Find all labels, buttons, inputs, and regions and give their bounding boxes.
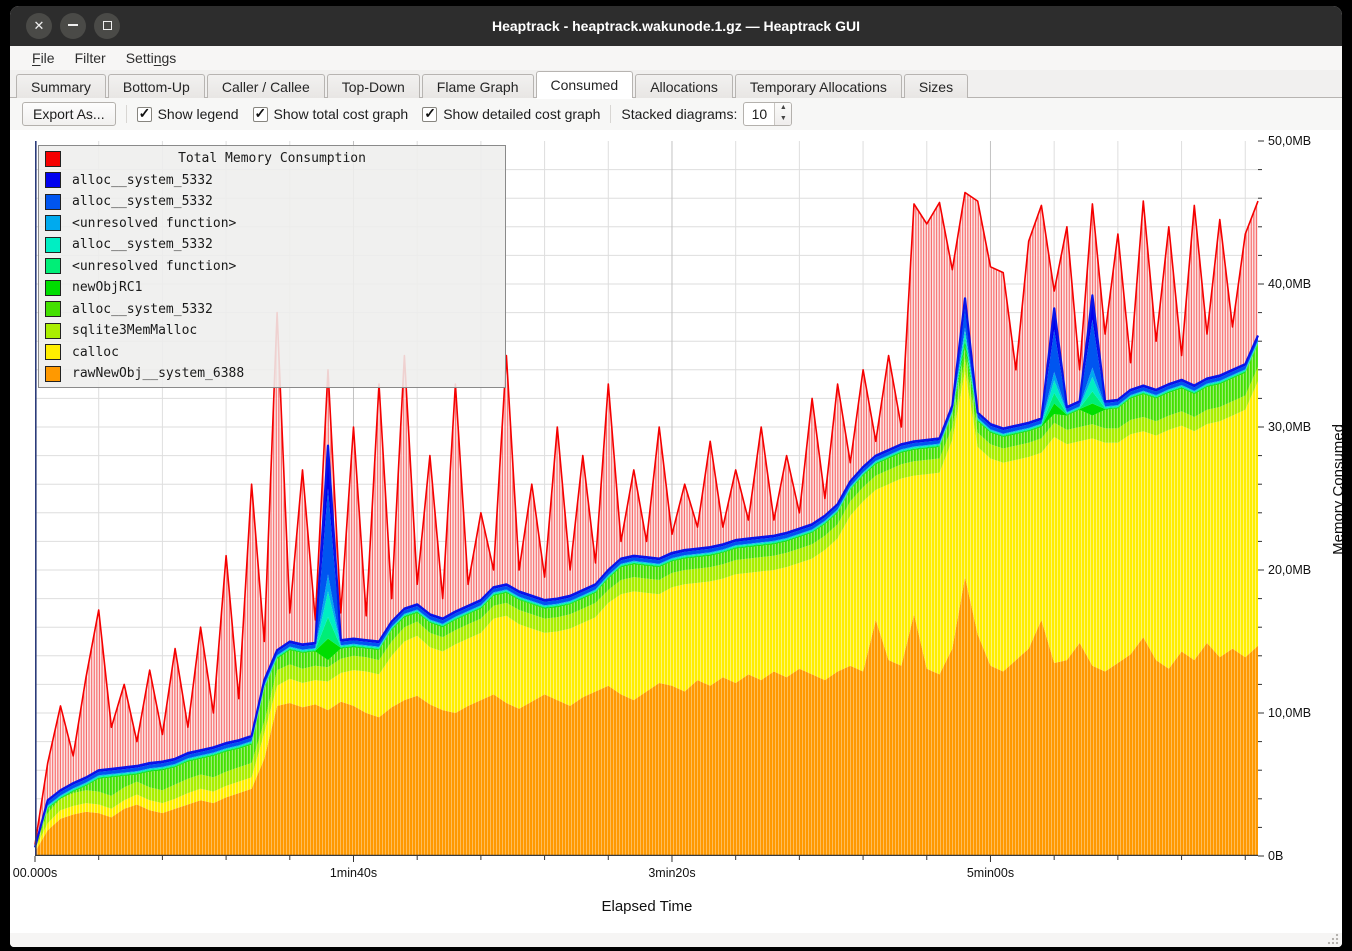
legend-label: Total Memory Consumption (72, 151, 472, 166)
title-bar: ✕ Heaptrack - heaptrack.wakunode.1.gz — … (10, 6, 1342, 46)
toolbar-separator (126, 105, 127, 123)
tab-temporary-allocations[interactable]: Temporary Allocations (735, 74, 902, 98)
checkbox-box[interactable] (137, 107, 152, 122)
stepper-down-icon[interactable]: ▼ (775, 114, 791, 125)
checkbox-box[interactable] (422, 107, 437, 122)
stacked-diagrams-label: Stacked diagrams: (621, 106, 737, 122)
y-tick-label: 20,0MB (1268, 562, 1311, 578)
legend-swatch-icon (45, 194, 61, 210)
legend-swatch-icon (45, 280, 61, 296)
legend-swatch-icon (45, 301, 61, 317)
checkbox-label: Show detailed cost graph (443, 106, 600, 122)
legend-swatch-icon (45, 258, 61, 274)
menu-filter[interactable]: Filter (65, 48, 116, 68)
legend-label: <unresolved function> (72, 216, 236, 231)
legend-row[interactable]: newObjRC1 (39, 277, 505, 299)
stacked-diagrams-stepper[interactable]: 10 ▲ ▼ (743, 102, 792, 126)
legend-label: rawNewObj__system_6388 (72, 366, 244, 381)
tab-sizes[interactable]: Sizes (904, 74, 968, 98)
legend-swatch-icon (45, 151, 61, 167)
legend-row[interactable]: alloc__system_5332 (39, 170, 505, 192)
tab-summary[interactable]: Summary (16, 74, 106, 98)
legend-swatch-icon (45, 366, 61, 382)
legend-label: calloc (72, 345, 119, 360)
app-window: ✕ Heaptrack - heaptrack.wakunode.1.gz — … (10, 6, 1342, 947)
x-axis-title: Elapsed Time (602, 898, 693, 915)
legend-row[interactable]: sqlite3MemMalloc (39, 320, 505, 342)
stepper-arrows: ▲ ▼ (774, 103, 791, 125)
y-axis-title: Memory Consumed (1330, 424, 1342, 555)
y-tick-label: 10,0MB (1268, 705, 1311, 721)
legend-row[interactable]: alloc__system_5332 (39, 234, 505, 256)
checkbox-show-legend[interactable]: Show legend (137, 106, 239, 122)
y-tick-label: 30,0MB (1268, 419, 1311, 435)
consumed-chart: 00.000s 1min40s 3min20s 5min00s 0B 10,0MB 20,… (10, 130, 1342, 933)
window-title: Heaptrack - heaptrack.wakunode.1.gz — He… (10, 6, 1342, 46)
legend-row[interactable]: rawNewObj__system_6388 (39, 363, 505, 385)
legend-label: alloc__system_5332 (72, 173, 213, 188)
legend-row[interactable]: alloc__system_5332 (39, 299, 505, 321)
x-tick-label: 1min40s (308, 866, 398, 880)
legend-row[interactable]: <unresolved function> (39, 213, 505, 235)
x-tick-label: 5min00s (945, 866, 1035, 880)
stepper-up-icon[interactable]: ▲ (775, 103, 791, 114)
x-tick-label: 00.000s (10, 866, 80, 880)
tab-consumed[interactable]: Consumed (536, 71, 634, 98)
legend-title-row[interactable]: Total Memory Consumption (39, 148, 505, 170)
resize-grip-icon[interactable] (1327, 933, 1339, 945)
menu-file[interactable]: File (22, 48, 65, 68)
legend-row[interactable]: alloc__system_5332 (39, 191, 505, 213)
toolbar: Export As... Show legend Show total cost … (10, 98, 1342, 130)
legend-swatch-icon (45, 323, 61, 339)
tab-bar: SummaryBottom-UpCaller / CalleeTop-DownF… (10, 70, 1342, 98)
menu-bar: FileFilterSettings (10, 46, 1342, 70)
stacked-diagrams-group: Stacked diagrams: 10 ▲ ▼ (621, 102, 792, 126)
chart-legend[interactable]: Total Memory Consumption alloc__system_53… (38, 145, 506, 388)
legend-label: sqlite3MemMalloc (72, 323, 197, 338)
legend-label: alloc__system_5332 (72, 302, 213, 317)
export-as-button[interactable]: Export As... (22, 102, 116, 126)
tab-flame-graph[interactable]: Flame Graph (422, 74, 534, 98)
legend-label: newObjRC1 (72, 280, 142, 295)
y-tick-label: 50,0MB (1268, 133, 1311, 149)
tab-bottom-up[interactable]: Bottom-Up (108, 74, 205, 98)
status-bar (10, 933, 1342, 947)
legend-row[interactable]: <unresolved function> (39, 256, 505, 278)
legend-swatch-icon (45, 215, 61, 231)
legend-label: alloc__system_5332 (72, 237, 213, 252)
legend-row[interactable]: calloc (39, 342, 505, 364)
checkbox-show-detailed-cost-graph[interactable]: Show detailed cost graph (422, 106, 600, 122)
checkbox-label: Show legend (158, 106, 239, 122)
legend-swatch-icon (45, 344, 61, 360)
menu-settings[interactable]: Settings (116, 48, 187, 68)
x-tick-label: 3min20s (627, 866, 717, 880)
toolbar-separator (610, 105, 611, 123)
stacked-diagrams-value[interactable]: 10 (744, 103, 774, 125)
checkbox-box[interactable] (253, 107, 268, 122)
y-tick-label: 40,0MB (1268, 276, 1311, 292)
legend-label: <unresolved function> (72, 259, 236, 274)
tab-allocations[interactable]: Allocations (635, 74, 733, 98)
tab-top-down[interactable]: Top-Down (327, 74, 420, 98)
checkbox-label: Show total cost graph (274, 106, 409, 122)
legend-swatch-icon (45, 237, 61, 253)
legend-label: alloc__system_5332 (72, 194, 213, 209)
y-tick-label: 0B (1268, 848, 1283, 864)
legend-swatch-icon (45, 172, 61, 188)
tab-caller-callee[interactable]: Caller / Callee (207, 74, 325, 98)
checkbox-show-total-cost-graph[interactable]: Show total cost graph (253, 106, 409, 122)
